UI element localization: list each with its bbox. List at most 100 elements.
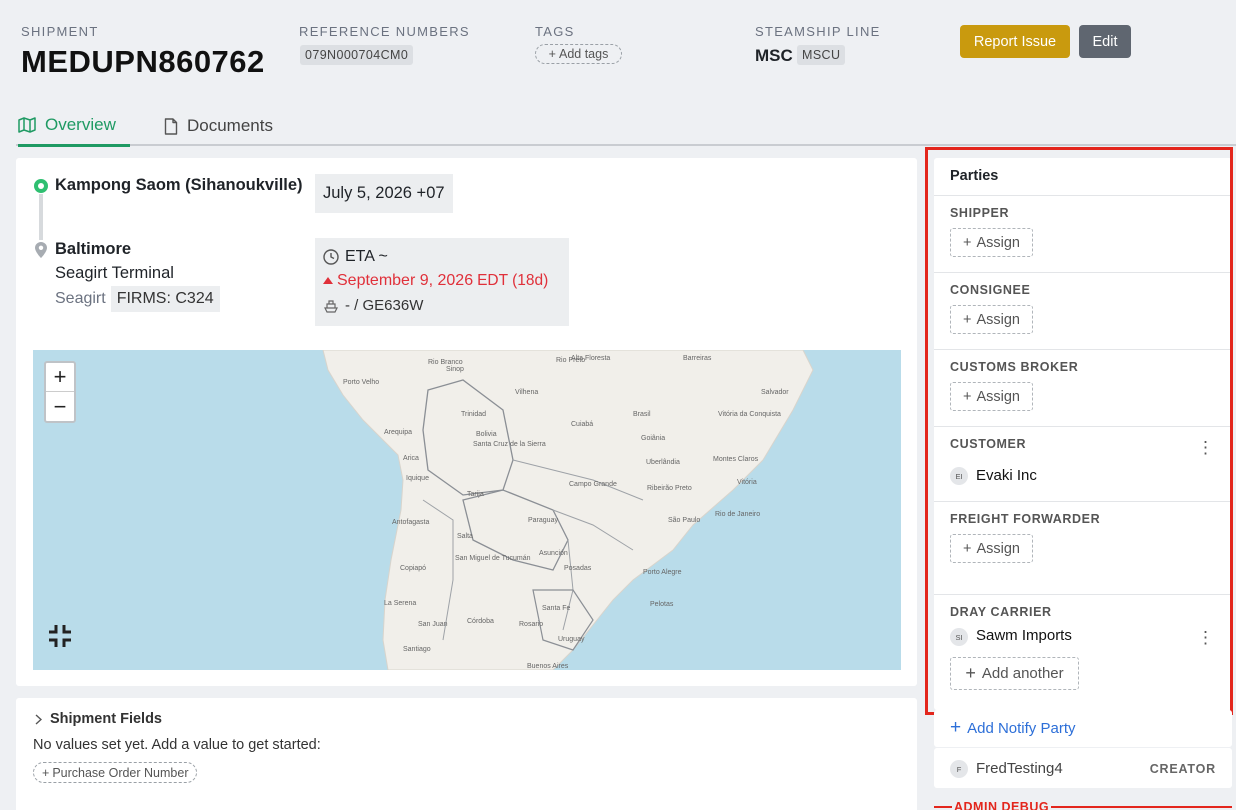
notify-party-row: + Add Notify Party [934, 710, 1232, 747]
collapse-map-icon[interactable] [47, 624, 73, 648]
map-place-label: Copiapó [400, 565, 426, 572]
map-place-label: Antofagasta [392, 519, 429, 526]
eta-delay: EDT (18d) [477, 272, 549, 289]
location-pin-icon [35, 242, 47, 258]
tab-overview-label: Overview [45, 115, 116, 134]
plus-icon: + [42, 765, 50, 780]
plus-icon: + [950, 717, 962, 738]
party-label: DRAY CARRIER [950, 605, 1052, 619]
map-place-label: Salvador [761, 389, 789, 396]
add-another-label: Add another [981, 665, 1064, 682]
map-place-label: Santiago [403, 646, 431, 653]
map-place-label: Sinop [446, 366, 464, 373]
tab-documents[interactable]: Documents [164, 106, 273, 146]
plus-icon: + [963, 311, 972, 328]
admin-debug-label: ADMIN DEBUG [952, 800, 1052, 810]
tab-bar: Overview Documents [16, 106, 1236, 147]
customer-name: Evaki Inc [976, 467, 1037, 484]
map-place-label: Uberlândia [646, 459, 680, 466]
map-place-label: Campo Grande [569, 481, 617, 488]
party-customs-broker: CUSTOMS BROKER + Assign [934, 349, 1232, 426]
map-zoom-control: + − [44, 361, 76, 423]
map-place-label: Buenos Aires [527, 663, 569, 670]
map-place-label: San Juan [418, 621, 448, 628]
reference-chip: 079N000704CM0 [300, 45, 414, 65]
add-po-label: Purchase Order Number [52, 765, 189, 780]
map-place-label: Cuiabá [571, 421, 593, 428]
map-place-label: Rosario [519, 621, 543, 628]
eta-box: ETA ~ September 9, 2026 EDT (18d) - / GE… [315, 238, 569, 326]
document-icon [164, 117, 178, 135]
map-place-label: Uruguay [558, 636, 585, 643]
report-issue-button[interactable]: Report Issue [960, 25, 1070, 58]
shipment-label: SHIPMENT [21, 24, 99, 39]
map-place-label: Bolivia [476, 431, 497, 438]
add-po-number-button[interactable]: + Purchase Order Number [33, 762, 198, 783]
origin-dot-icon [34, 179, 48, 193]
map-place-label: Córdoba [467, 618, 494, 625]
add-notify-party-link[interactable]: + Add Notify Party [950, 717, 1076, 739]
eta-date: September 9, 2026 [337, 272, 474, 289]
add-tags-button[interactable]: + Add tags [535, 44, 622, 64]
dray-carrier-name: Sawm Imports [976, 627, 1072, 644]
map-place-label: Arequipa [384, 429, 412, 436]
avatar: SI [950, 628, 968, 646]
map-place-label: Posadas [564, 565, 592, 572]
creator-row: F FredTesting4 CREATOR [934, 748, 1232, 788]
map-place-label: Vilhena [515, 389, 538, 396]
creator-name: FredTesting4 [976, 760, 1063, 777]
steamship-label: STEAMSHIP LINE [755, 24, 881, 39]
shipment-fields-toggle[interactable]: Shipment Fields [35, 711, 162, 727]
zoom-out-button[interactable]: − [46, 392, 74, 421]
map-land: Rio BrancoPorto VelhoRio PretoAlta Flore… [322, 350, 814, 670]
customer-menu-icon[interactable]: ⋮ [1197, 439, 1214, 456]
terminal-short: Seagirt [55, 290, 106, 307]
zoom-in-button[interactable]: + [46, 363, 74, 392]
parties-card: Parties SHIPPER + Assign CONSIGNEE + Assig… [934, 158, 1232, 710]
map-place-label: Rio de Janeiro [715, 511, 760, 518]
map-place-label: Santa Cruz de la Sierra [473, 441, 546, 448]
map-place-label: San Miguel de Tucumán [455, 555, 531, 562]
map-place-label: Ribeirão Preto [647, 485, 692, 492]
assign-label: Assign [976, 388, 1020, 405]
dray-carrier-menu-icon[interactable]: ⋮ [1197, 629, 1214, 646]
shipment-fields-title: Shipment Fields [50, 711, 162, 727]
eta-label: ETA ~ [345, 248, 388, 265]
edit-button[interactable]: Edit [1079, 25, 1131, 58]
assign-freight-forwarder-button[interactable]: + Assign [950, 534, 1033, 563]
map-place-label: Montes Claros [713, 456, 759, 463]
plus-icon: + [965, 663, 976, 683]
map-place-label: Santa Fe [542, 605, 571, 612]
map-place-label: Salta [457, 533, 473, 540]
route-map[interactable]: Rio Branco Porto Velho Rio Preto Alta Flore… [33, 350, 901, 670]
tags-label: TAGS [535, 24, 575, 39]
assign-shipper-button[interactable]: + Assign [950, 228, 1033, 257]
shipment-fields-empty: No values set yet. Add a value to get st… [33, 737, 321, 753]
assign-customs-broker-button[interactable]: + Assign [950, 382, 1033, 411]
party-label: FREIGHT FORWARDER [950, 512, 1101, 526]
creator-role: CREATOR [1149, 762, 1216, 776]
add-tags-label: Add tags [558, 47, 609, 61]
vessel-icon [324, 299, 338, 313]
map-place-label: Asunción [539, 550, 568, 557]
party-customer: CUSTOMER ⋮ EI Evaki Inc [934, 426, 1232, 501]
tab-documents-label: Documents [187, 116, 273, 135]
admin-debug-section: ADMIN DEBUG [934, 800, 1232, 810]
map-place-label: Alta Floresta [571, 355, 610, 362]
terminal-firms-row: Seagirt FIRMS: C324 [55, 286, 220, 312]
terminal-name: Seagirt Terminal [55, 264, 174, 282]
party-label: SHIPPER [950, 206, 1010, 220]
parties-title: Parties [950, 168, 999, 184]
party-consignee: CONSIGNEE + Assign [934, 272, 1232, 349]
tab-overview[interactable]: Overview [18, 106, 130, 147]
party-label: CUSTOMS BROKER [950, 360, 1079, 374]
route-line [39, 194, 43, 240]
plus-icon: + [963, 234, 972, 251]
map-place-label: São Paulo [668, 517, 700, 524]
add-another-button[interactable]: + Add another [950, 657, 1079, 690]
assign-consignee-button[interactable]: + Assign [950, 305, 1033, 334]
assign-label: Assign [976, 234, 1020, 251]
map-place-label: Porto Velho [343, 379, 379, 386]
destination-port: Baltimore [55, 240, 132, 258]
party-label: CONSIGNEE [950, 283, 1031, 297]
